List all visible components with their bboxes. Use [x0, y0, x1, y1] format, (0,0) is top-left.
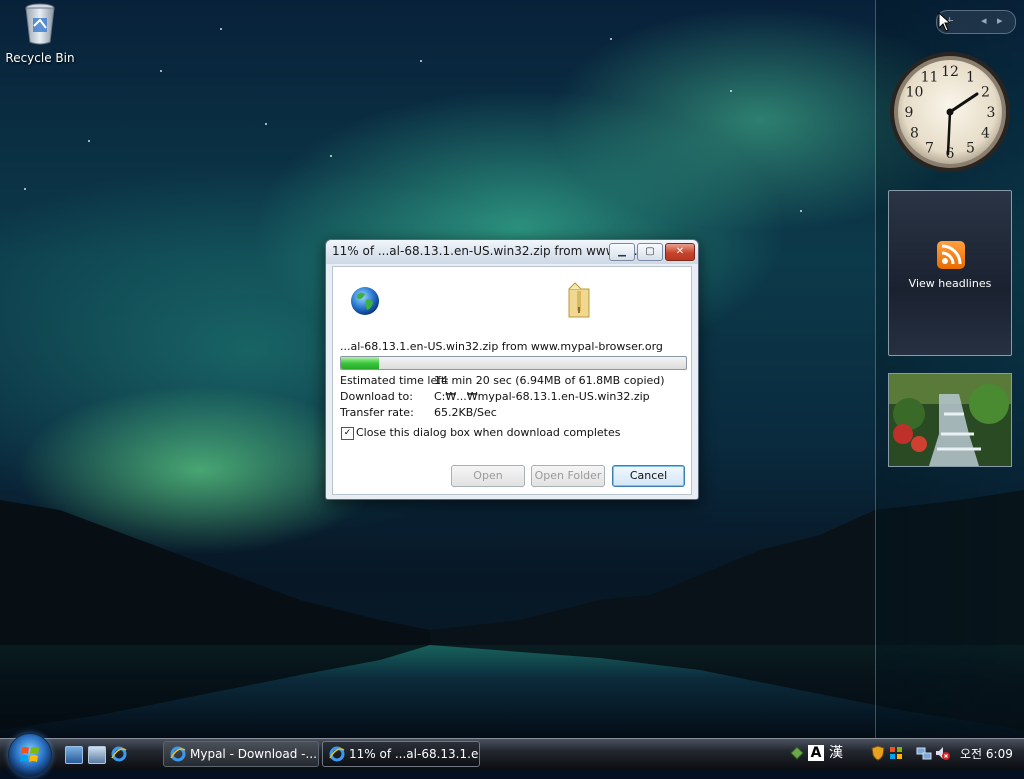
- internet-explorer-icon[interactable]: [111, 746, 127, 762]
- transfer-rate-label: Transfer rate:: [340, 406, 414, 419]
- windows-sidebar: + ◂ ▸ 12 1 2 3 4 5 6 7 8 9 10 11 View headlines: [875, 0, 1024, 738]
- dialog-titlebar[interactable]: 11% of ...al-68.13.1.en-US.win32.zip fro…: [326, 240, 698, 264]
- star: [730, 90, 732, 92]
- network-icon[interactable]: [916, 745, 932, 761]
- download-to-value: C:₩...₩mypal-68.13.1.en-US.win32.zip: [434, 390, 650, 403]
- slideshow-gadget[interactable]: [888, 373, 1012, 467]
- windows-security-icon[interactable]: [888, 745, 904, 761]
- clock-numeral: 12: [941, 64, 959, 80]
- clock-numeral: 7: [925, 141, 934, 157]
- clock-numeral: 9: [905, 105, 914, 121]
- maximize-button[interactable]: ▢: [637, 243, 663, 261]
- clock-numeral: 11: [921, 70, 939, 86]
- star: [610, 38, 612, 40]
- zip-folder-icon: [568, 282, 590, 318]
- next-icon[interactable]: ▸: [997, 14, 1003, 27]
- clock-numeral: 2: [981, 85, 990, 101]
- dialog-title: 11% of ...al-68.13.1.en-US.win32.zip fro…: [332, 244, 642, 258]
- clock-numeral: 4: [981, 126, 990, 142]
- dialog-body: ...al-68.13.1.en-US.win32.zip from www.m…: [332, 266, 692, 495]
- open-button[interactable]: Open: [451, 465, 525, 487]
- minimize-button[interactable]: ▁: [609, 243, 635, 261]
- star: [265, 123, 267, 125]
- clock-numeral: 1: [966, 70, 975, 86]
- trash-icon: [25, 3, 55, 45]
- view-headlines-label[interactable]: View headlines: [889, 277, 1011, 290]
- taskbar-item-mypal-download[interactable]: Mypal - Download -...: [163, 741, 319, 767]
- taskbar: Mypal - Download -... 11% of ...al-68.13…: [0, 733, 1024, 777]
- tray-clock[interactable]: 오전 6:09: [960, 745, 1013, 762]
- clock-numeral: 8: [910, 126, 919, 142]
- open-folder-button[interactable]: Open Folder: [531, 465, 605, 487]
- switch-windows-icon[interactable]: [88, 746, 106, 764]
- clock-numeral: 10: [906, 85, 924, 101]
- cancel-button[interactable]: Cancel: [612, 465, 685, 487]
- clock-numeral: 5: [966, 141, 975, 157]
- hanja-icon[interactable]: 漢: [828, 745, 844, 761]
- star: [420, 60, 422, 62]
- taskbar-item-download-progress[interactable]: 11% of ...al-68.13.1.e...: [322, 741, 480, 767]
- download-source-text: ...al-68.13.1.en-US.win32.zip from www.m…: [340, 340, 663, 353]
- clock-gadget[interactable]: 12 1234567891011: [888, 48, 1012, 176]
- globe-icon: [351, 287, 379, 315]
- recycle-bin-icon[interactable]: Recycle Bin: [4, 2, 76, 65]
- transfer-rate-value: 65.2KB/Sec: [434, 406, 497, 419]
- language-bar-icon[interactable]: [789, 745, 805, 761]
- star: [330, 155, 332, 157]
- internet-explorer-icon: [329, 746, 345, 762]
- star: [800, 210, 802, 212]
- previous-icon[interactable]: ◂: [981, 14, 987, 27]
- clock-numeral: 3: [987, 105, 996, 121]
- ime-mode-icon[interactable]: A: [808, 745, 824, 761]
- taskbar-item-label: Mypal - Download -...: [190, 747, 317, 761]
- rss-feed-icon: [937, 241, 965, 269]
- mouse-cursor-icon: [938, 12, 952, 32]
- internet-explorer-icon: [170, 746, 186, 762]
- volume-muted-icon[interactable]: [934, 745, 950, 761]
- star: [88, 140, 90, 142]
- taskbar-item-label: 11% of ...al-68.13.1.e...: [349, 747, 480, 761]
- show-desktop-icon[interactable]: [65, 746, 83, 764]
- estimated-time-label: Estimated time left:: [340, 374, 449, 387]
- star: [220, 28, 222, 30]
- close-when-done-checkbox[interactable]: ✓: [341, 427, 354, 440]
- feed-headlines-gadget[interactable]: View headlines: [888, 190, 1012, 356]
- download-progress-dialog: 11% of ...al-68.13.1.en-US.win32.zip fro…: [325, 239, 699, 500]
- estimated-time-value: 14 min 20 sec (6.94MB of 61.8MB copied): [434, 374, 665, 387]
- start-button[interactable]: [8, 733, 52, 777]
- download-to-label: Download to:: [340, 390, 413, 403]
- recycle-bin-label: Recycle Bin: [5, 51, 75, 65]
- windows-logo-icon: [20, 747, 39, 762]
- close-when-done-label[interactable]: Close this dialog box when download comp…: [356, 426, 620, 439]
- download-progress-bar: [340, 356, 687, 370]
- star: [160, 70, 162, 72]
- security-shield-icon[interactable]: [870, 745, 886, 761]
- progress-fill: [341, 357, 379, 369]
- star: [24, 188, 26, 190]
- mountain-landscape: [0, 490, 1024, 738]
- close-button[interactable]: ✕: [665, 243, 695, 261]
